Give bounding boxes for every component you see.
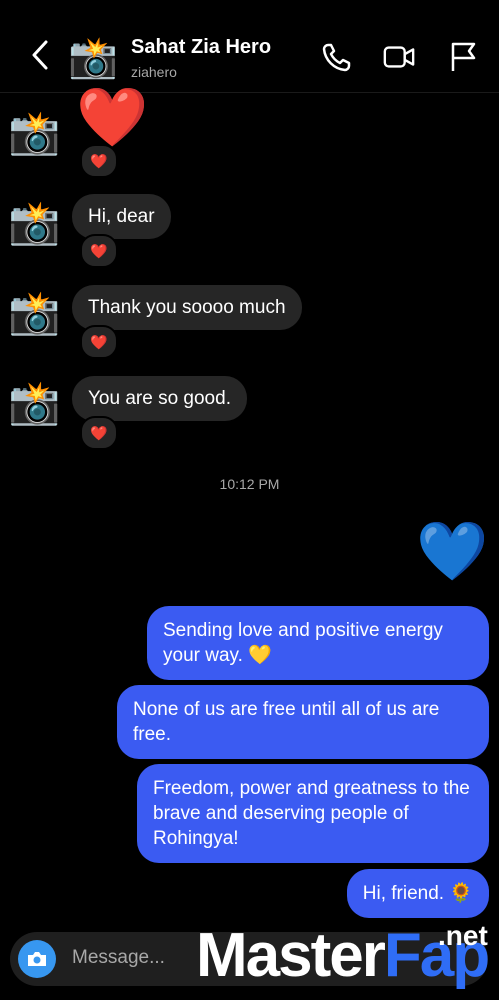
contact-name[interactable]: Sahat Zia Hero — [131, 36, 271, 59]
incoming-message[interactable]: Hi, dear — [72, 194, 171, 239]
message-heart[interactable]: ❤️ — [76, 88, 148, 148]
watermark-suffix: .net — [438, 920, 488, 951]
reaction-heart[interactable]: ❤️ — [80, 144, 118, 178]
phone-icon[interactable] — [320, 40, 354, 74]
outgoing-message[interactable]: None of us are free until all of us are … — [117, 685, 489, 759]
contact-username: ziahero — [131, 64, 177, 80]
message-input[interactable]: Message... — [72, 947, 165, 969]
avatar[interactable]: 📸 — [8, 378, 68, 428]
outgoing-message[interactable]: Hi, friend. 🌻 — [346, 869, 489, 918]
incoming-message[interactable]: You are so good. — [72, 376, 247, 421]
back-icon[interactable] — [28, 38, 52, 72]
avatar[interactable]: 📸 — [68, 34, 128, 82]
avatar[interactable]: 📸 — [8, 198, 68, 248]
outgoing-message[interactable]: Sending love and positive energy your wa… — [147, 606, 489, 680]
video-icon[interactable] — [382, 40, 416, 74]
avatar[interactable]: 📸 — [8, 108, 68, 158]
reaction-heart[interactable]: ❤️ — [80, 416, 118, 450]
reaction-heart[interactable]: ❤️ — [80, 325, 118, 359]
flag-icon[interactable] — [446, 40, 480, 74]
timestamp: 10:12 PM — [219, 476, 280, 492]
avatar[interactable]: 📸 — [8, 288, 68, 338]
camera-icon — [28, 952, 46, 966]
camera-button[interactable] — [18, 940, 56, 978]
watermark-part1: Master — [196, 921, 386, 990]
message-blue-heart[interactable]: 💙 — [416, 520, 488, 584]
outgoing-message[interactable]: Freedom, power and greatness to the brav… — [137, 764, 489, 863]
reaction-heart[interactable]: ❤️ — [80, 234, 118, 268]
chat-header: 📸 Sahat Zia Hero ziahero — [0, 0, 499, 93]
incoming-message[interactable]: Thank you soooo much — [72, 285, 302, 330]
